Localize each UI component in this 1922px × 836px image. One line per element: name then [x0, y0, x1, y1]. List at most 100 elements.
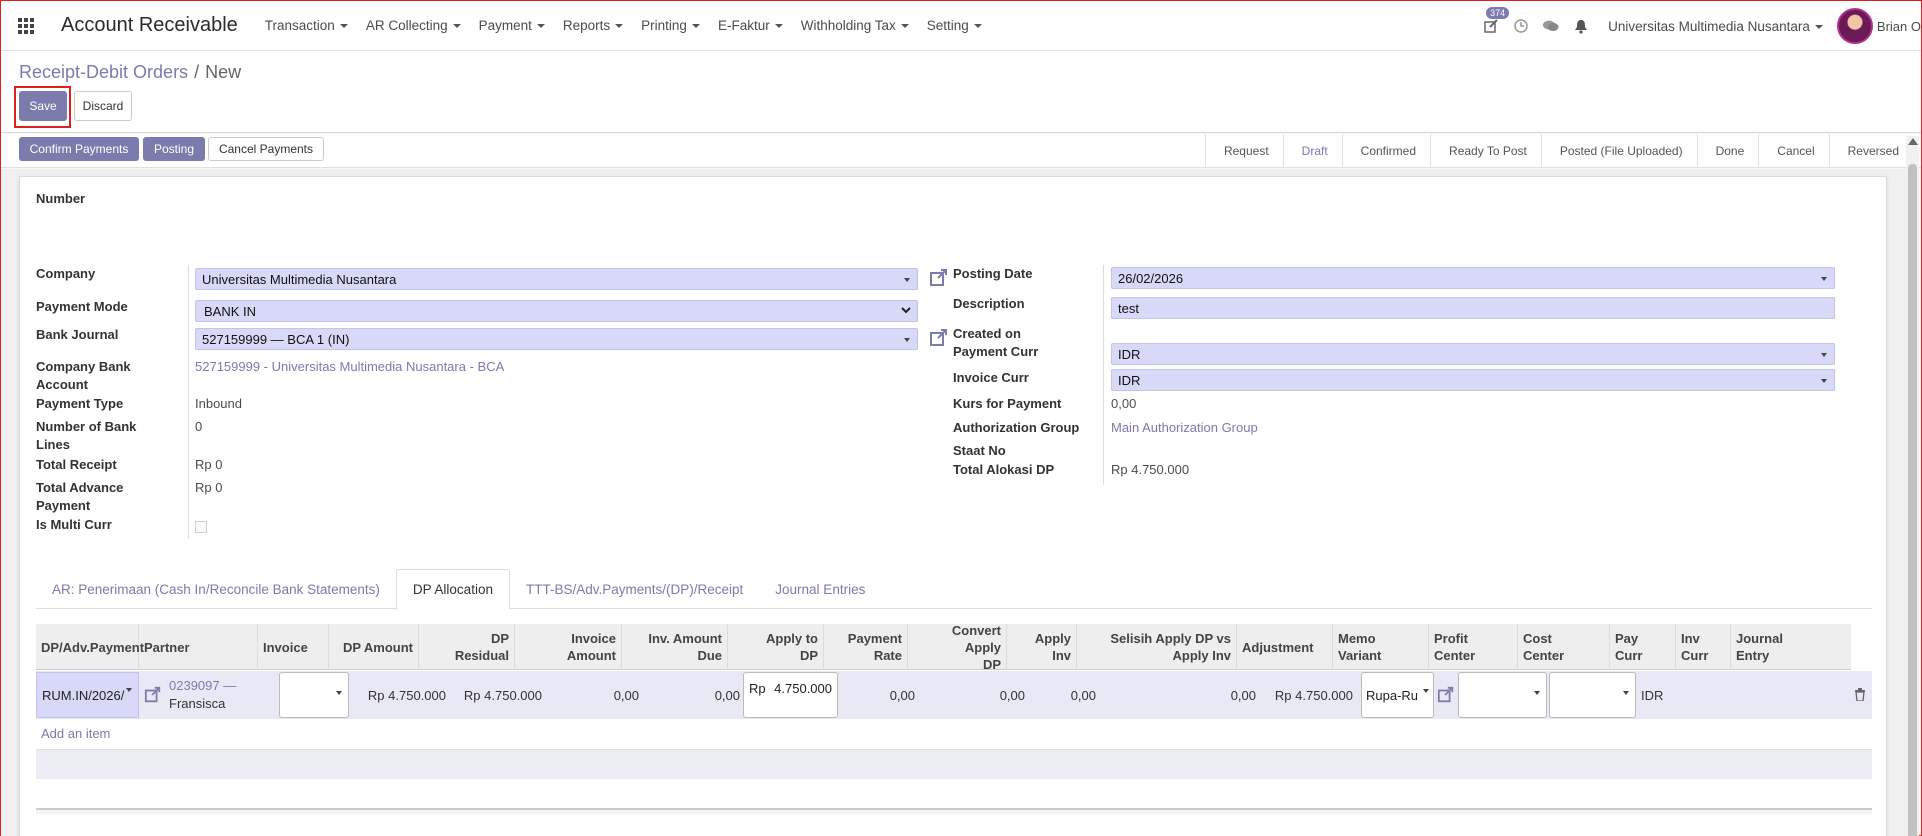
- user-avatar[interactable]: [1836, 8, 1873, 44]
- confirm-payments-button[interactable]: Confirm Payments: [19, 137, 139, 161]
- posting-button[interactable]: Posting: [143, 137, 205, 161]
- external-link-icon[interactable]: [929, 268, 949, 288]
- invoice-select[interactable]: [279, 672, 349, 718]
- company-select[interactable]: Universitas Multimedia Nusantara: [195, 268, 918, 290]
- col-profit-line1: Profit: [1434, 631, 1468, 646]
- tab-ar-penerimaan[interactable]: AR: Penerimaan (Cash In/Reconcile Bank S…: [36, 569, 396, 609]
- col-selisih[interactable]: Selisih Apply DP vs Apply Inv: [1077, 624, 1237, 670]
- payment-curr-select[interactable]: IDR: [1111, 343, 1835, 365]
- payment-mode-select[interactable]: BANK IN: [195, 300, 918, 322]
- col-payment-rate[interactable]: Payment Rate: [824, 624, 908, 670]
- menu-withholding-tax[interactable]: Withholding Tax: [792, 18, 918, 33]
- profit-center-select[interactable]: [1458, 672, 1547, 718]
- apply-to-dp-input[interactable]: Rp 4.750.000: [743, 672, 838, 718]
- menu-ar-collecting[interactable]: AR Collecting: [357, 18, 470, 33]
- description-input[interactable]: test: [1111, 297, 1835, 319]
- col-inv-curr[interactable]: Inv Curr: [1676, 624, 1731, 670]
- discard-button[interactable]: Discard: [74, 91, 132, 121]
- dropdown-caret-icon: [1534, 691, 1540, 695]
- tab-dp-allocation[interactable]: DP Allocation: [395, 569, 510, 610]
- trash-icon[interactable]: [1854, 688, 1866, 701]
- invoice-curr-value: IDR: [1118, 373, 1141, 388]
- company-bank-account-link[interactable]: 527159999 - Universitas Multimedia Nusan…: [195, 358, 504, 376]
- stage-request[interactable]: Request: [1204, 134, 1283, 168]
- col-profit-center[interactable]: Profit Center: [1429, 624, 1518, 670]
- menu-setting[interactable]: Setting: [918, 18, 991, 33]
- cost-center-select[interactable]: [1549, 672, 1636, 718]
- col-pay-curr[interactable]: Pay Curr: [1610, 624, 1676, 670]
- menu-printing[interactable]: Printing: [632, 18, 709, 33]
- menu-payment[interactable]: Payment: [470, 18, 554, 33]
- save-button[interactable]: Save: [19, 91, 67, 121]
- col-convert-apply-dp[interactable]: Convert Apply DP: [908, 623, 1007, 672]
- menu-e-faktur[interactable]: E-Faktur: [709, 18, 792, 33]
- stage-done[interactable]: Done: [1696, 134, 1759, 168]
- partner-cell[interactable]: 0239097 — Fransisca: [169, 677, 236, 713]
- posting-date-input[interactable]: 26/02/2026: [1111, 267, 1835, 289]
- external-link-icon[interactable]: [929, 328, 949, 348]
- bank-lines-label-2: Lines: [36, 437, 70, 452]
- is-multi-curr-checkbox[interactable]: [195, 521, 207, 533]
- col-apply-to-dp[interactable]: Apply to DP: [728, 624, 824, 670]
- table-row[interactable]: RUM.IN/2026/ 0239097 — Fransisca Rp 4.75…: [36, 671, 1872, 719]
- col-partner[interactable]: Partner: [139, 624, 258, 670]
- col-journal-entry[interactable]: Journal Entry: [1731, 624, 1851, 670]
- breadcrumb-parent[interactable]: Receipt-Debit Orders: [19, 62, 188, 82]
- col-dp-adv-payment[interactable]: DP/Adv.Payment: [36, 624, 144, 670]
- dp-adv-select[interactable]: RUM.IN/2026/: [36, 672, 139, 718]
- auth-group-link[interactable]: Main Authorization Group: [1111, 419, 1258, 437]
- memo-variant-select[interactable]: Rupa-Ru: [1361, 672, 1434, 718]
- top-navbar: Account Receivable Transaction AR Collec…: [1, 1, 1921, 51]
- total-receipt-label: Total Receipt: [36, 457, 117, 472]
- partner-code[interactable]: 0239097 —: [169, 678, 236, 693]
- kurs-value: 0,00: [1111, 396, 1137, 411]
- col-dp-residual-line2: Residual: [454, 648, 509, 663]
- col-payment-rate-line1: Payment: [847, 631, 902, 646]
- col-invoice-amount[interactable]: Invoice Amount: [515, 624, 622, 670]
- tab-ttt-bs[interactable]: TTT-BS/Adv.Payments/(DP)/Receipt: [510, 569, 759, 609]
- bell-icon[interactable]: [1566, 1, 1596, 51]
- scroll-thumb[interactable]: [1908, 164, 1917, 836]
- dropdown-caret-icon: [126, 688, 132, 692]
- col-apply-inv[interactable]: Apply Inv: [1007, 624, 1077, 670]
- col-dp-amount[interactable]: DP Amount: [329, 624, 419, 670]
- external-link-icon[interactable]: [1437, 686, 1455, 704]
- col-adjustment[interactable]: Adjustment: [1237, 624, 1333, 670]
- clock-icon[interactable]: [1506, 1, 1536, 51]
- stage-posted[interactable]: Posted (File Uploaded): [1540, 134, 1697, 168]
- cancel-payments-button[interactable]: Cancel Payments: [208, 137, 324, 161]
- col-selisih-line2: Apply Inv: [1172, 648, 1231, 663]
- invoice-curr-select[interactable]: IDR: [1111, 369, 1835, 391]
- col-payment-rate-line2: Rate: [873, 648, 902, 663]
- stage-draft[interactable]: Draft: [1282, 134, 1342, 168]
- dropdown-caret-icon: [1821, 353, 1827, 357]
- col-apply-inv-line2: Inv: [1052, 648, 1071, 663]
- bank-journal-select[interactable]: 527159999 — BCA 1 (IN): [195, 328, 918, 350]
- company-switcher[interactable]: Universitas Multimedia Nusantara: [1608, 19, 1823, 34]
- user-name[interactable]: Brian O: [1877, 19, 1921, 34]
- pay-curr-cell[interactable]: IDR: [1636, 671, 1696, 719]
- col-inv-amount-due[interactable]: Inv. Amount Due: [622, 624, 728, 670]
- scroll-up-arrow-icon[interactable]: [1908, 138, 1918, 145]
- breadcrumb-current: New: [205, 62, 242, 82]
- chat-icon[interactable]: [1536, 1, 1566, 51]
- menu-reports[interactable]: Reports: [554, 18, 632, 33]
- stage-cancel[interactable]: Cancel: [1758, 134, 1828, 168]
- col-invoice[interactable]: Invoice: [258, 624, 329, 670]
- stage-reversed[interactable]: Reversed: [1828, 134, 1913, 168]
- apps-grid-icon[interactable]: [1, 1, 51, 51]
- company-value: Universitas Multimedia Nusantara: [202, 272, 397, 287]
- col-cost-center[interactable]: Cost Center: [1518, 624, 1610, 670]
- stage-confirmed[interactable]: Confirmed: [1341, 134, 1430, 168]
- col-dp-residual[interactable]: DP Residual: [419, 624, 515, 670]
- menu-transaction[interactable]: Transaction: [256, 18, 357, 33]
- add-an-item-link[interactable]: Add an item: [41, 726, 110, 741]
- activity-edit-icon[interactable]: 374: [1476, 1, 1510, 51]
- page-scrollbar[interactable]: [1906, 136, 1919, 836]
- app-title[interactable]: Account Receivable: [61, 14, 238, 37]
- tab-journal-entries[interactable]: Journal Entries: [759, 569, 881, 609]
- col-memo-variant[interactable]: Memo Variant: [1333, 624, 1429, 670]
- external-link-icon[interactable]: [144, 686, 162, 704]
- stage-ready-to-post[interactable]: Ready To Post: [1430, 134, 1541, 168]
- col-inv-amount-due-line2: Due: [697, 648, 722, 663]
